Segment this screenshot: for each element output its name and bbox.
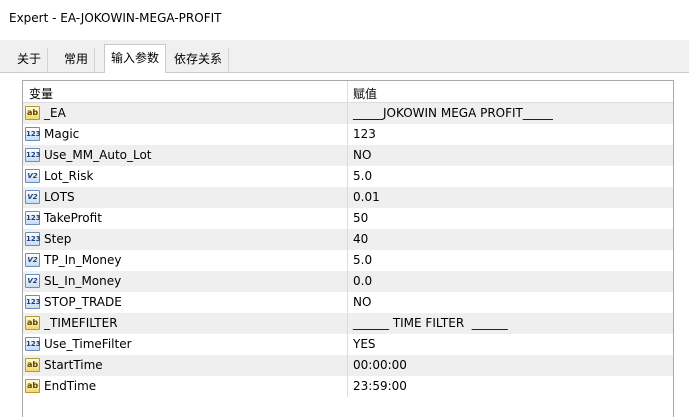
param-name: StartTime <box>44 358 103 372</box>
double-type-icon: V2 <box>25 190 40 204</box>
tab-strip: 关于 常用 输入参数 依存关系 <box>0 44 689 73</box>
cell-divider <box>347 250 348 271</box>
param-name: LOTS <box>44 190 75 204</box>
inputs-grid: 变量 赋值 ab _EA _____JOKOWIN MEGA PROFIT_____… <box>22 80 674 417</box>
param-value[interactable]: ______ TIME FILTER ______ <box>353 316 508 330</box>
table-row[interactable]: 123 Magic 123 <box>23 124 673 145</box>
table-row[interactable]: 123 Use_TimeFilter YES <box>23 334 673 355</box>
param-value[interactable]: 23:59:00 <box>353 379 407 393</box>
integer-type-icon: 123 <box>25 337 41 351</box>
tab-dependencies[interactable]: 依存关系 <box>168 48 230 72</box>
param-name: STOP_TRADE <box>44 295 122 309</box>
integer-type-icon: 123 <box>25 295 41 309</box>
grid-rows: ab _EA _____JOKOWIN MEGA PROFIT_____ 123 Mag… <box>23 103 673 397</box>
cell-divider <box>347 145 348 166</box>
integer-type-icon: 123 <box>25 232 41 246</box>
table-row[interactable]: ab _TIMEFILTER ______ TIME FILTER ______ <box>23 313 673 334</box>
grid-header: 变量 赋值 <box>23 81 673 103</box>
table-row[interactable]: V2 LOTS 0.01 <box>23 187 673 208</box>
string-type-icon: ab <box>25 316 40 330</box>
tab-common[interactable]: 常用 <box>58 48 96 72</box>
cell-divider <box>347 187 348 208</box>
integer-type-icon: 123 <box>25 127 41 141</box>
title-bar: Expert - EA-JOKOWIN-MEGA-PROFIT <box>0 0 689 40</box>
table-row[interactable]: 123 Step 40 <box>23 229 673 250</box>
cell-divider <box>347 208 348 229</box>
param-value[interactable]: 00:00:00 <box>353 358 407 372</box>
column-header-variable[interactable]: 变量 <box>29 85 53 102</box>
integer-type-icon: 123 <box>25 148 41 162</box>
string-type-icon: ab <box>25 106 40 120</box>
column-header-value[interactable]: 赋值 <box>353 85 377 102</box>
param-value[interactable]: NO <box>353 295 371 309</box>
cell-divider <box>347 376 348 397</box>
table-row[interactable]: ab StartTime 00:00:00 <box>23 355 673 376</box>
tab-inputs[interactable]: 输入参数 <box>104 44 167 73</box>
param-name: Use_MM_Auto_Lot <box>44 148 152 162</box>
table-row[interactable]: V2 SL_In_Money 0.0 <box>23 271 673 292</box>
cell-divider <box>347 355 348 376</box>
param-name: TP_In_Money <box>44 253 122 267</box>
param-name: EndTime <box>44 379 97 393</box>
param-name: _TIMEFILTER <box>44 316 118 330</box>
param-name: TakeProfit <box>44 211 102 225</box>
cell-divider <box>347 271 348 292</box>
param-name: SL_In_Money <box>44 274 122 288</box>
cell-divider <box>347 334 348 355</box>
cell-divider <box>347 166 348 187</box>
double-type-icon: V2 <box>25 253 40 267</box>
window-title: Expert - EA-JOKOWIN-MEGA-PROFIT <box>9 11 222 25</box>
param-name: Magic <box>44 127 80 141</box>
integer-type-icon: 123 <box>25 211 41 225</box>
cell-divider <box>347 124 348 145</box>
param-name: Lot_Risk <box>44 169 94 183</box>
param-name: Step <box>44 232 72 246</box>
table-row[interactable]: ab EndTime 23:59:00 <box>23 376 673 397</box>
double-type-icon: V2 <box>25 169 40 183</box>
table-row[interactable]: V2 Lot_Risk 5.0 <box>23 166 673 187</box>
param-value[interactable]: 5.0 <box>353 169 372 183</box>
string-type-icon: ab <box>25 379 40 393</box>
param-value[interactable]: 5.0 <box>353 253 372 267</box>
param-value[interactable]: NO <box>353 148 371 162</box>
double-type-icon: V2 <box>25 274 40 288</box>
cell-divider <box>347 229 348 250</box>
param-name: _EA <box>44 106 66 120</box>
table-row[interactable]: 123 STOP_TRADE NO <box>23 292 673 313</box>
table-row[interactable]: 123 TakeProfit 50 <box>23 208 673 229</box>
param-value[interactable]: 0.01 <box>353 190 380 204</box>
param-value[interactable]: 123 <box>353 127 376 141</box>
param-value[interactable]: 40 <box>353 232 368 246</box>
table-row[interactable]: V2 TP_In_Money 5.0 <box>23 250 673 271</box>
tab-about[interactable]: 关于 <box>11 48 49 72</box>
param-name: Use_TimeFilter <box>44 337 132 351</box>
cell-divider <box>347 103 348 124</box>
cell-divider <box>347 292 348 313</box>
column-divider[interactable] <box>347 81 348 103</box>
param-value[interactable]: 0.0 <box>353 274 372 288</box>
table-row[interactable]: 123 Use_MM_Auto_Lot NO <box>23 145 673 166</box>
param-value[interactable]: 50 <box>353 211 368 225</box>
param-value[interactable]: YES <box>353 337 376 351</box>
string-type-icon: ab <box>25 358 40 372</box>
param-value[interactable]: _____JOKOWIN MEGA PROFIT_____ <box>353 106 553 120</box>
table-row[interactable]: ab _EA _____JOKOWIN MEGA PROFIT_____ <box>23 103 673 124</box>
cell-divider <box>347 313 348 334</box>
